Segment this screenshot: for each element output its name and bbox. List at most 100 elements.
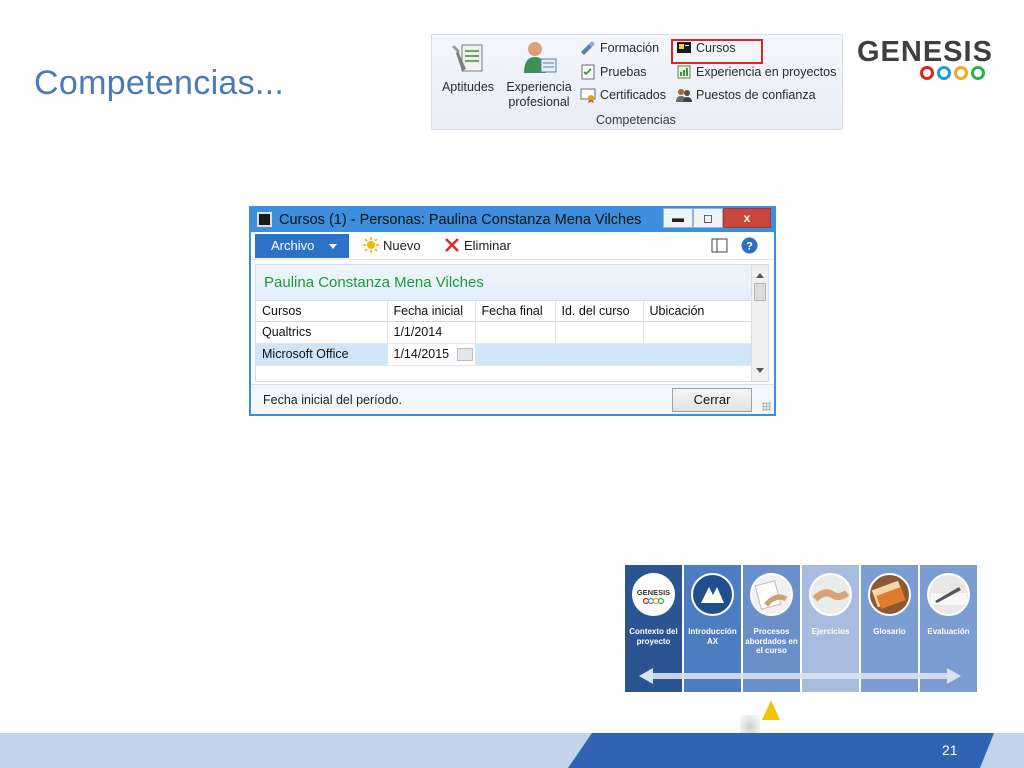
maximize-button[interactable]: ◻ [693,208,723,228]
puestos-confianza-label: Puestos de confianza [696,88,816,102]
scroll-down-icon[interactable] [756,368,764,373]
close-icon: x [743,211,751,225]
cell-ubicacion[interactable] [643,321,752,344]
handshake-icon [809,573,852,616]
experiencia-proyectos-label: Experiencia en proyectos [696,65,837,79]
minimize-button[interactable]: ▬ [663,208,693,228]
puestos-confianza-icon [676,87,692,103]
slide-title: Competencias... [34,64,285,102]
pruebas-label: Pruebas [600,65,647,79]
svg-text:?: ? [746,241,753,253]
cell-curso[interactable]: Microsoft Office [256,343,388,366]
chevron-down-icon [329,244,337,249]
dialog-title: Cursos (1) - Personas: Paulina Constanza… [279,212,642,228]
grid-header-row: Cursos Fecha inicial Fecha final Id. del… [256,301,752,322]
pruebas-icon [580,64,596,80]
svg-text:GENESIS: GENESIS [637,588,670,597]
eliminar-button[interactable]: Eliminar [444,237,511,253]
aptitudes-button[interactable]: Aptitudes [440,39,496,95]
experiencia-profesional-label-1: Experiencia [506,80,572,94]
person-name-header: Paulina Constanza Mena Vilches [256,265,768,301]
pen-icon [927,573,970,616]
table-row-selected[interactable]: Microsoft Office 1/14/2015 [256,342,752,366]
nav-tile-label: Ejercicios [811,627,850,636]
cell-fecha-inicial[interactable]: 1/14/2015 [394,347,450,361]
puestos-confianza-button[interactable]: Puestos de confianza [676,86,816,104]
handshake-paper-icon [750,573,793,616]
cell-fecha-final[interactable] [475,343,556,366]
logo-ring [937,66,951,80]
experiencia-profesional-label-2: profesional [508,95,570,109]
column-header-fecha-inicial[interactable]: Fecha inicial [387,301,476,322]
course-navigation: GENESIS Contexto del proyecto Introducci… [625,565,977,693]
archivo-label: Archivo [271,238,315,253]
new-sun-icon [363,237,379,253]
slide: Competencias... Aptitudes Experiencia pr… [0,0,1024,768]
nav-tile-label: Procesos abordados en el curso [745,627,798,655]
dynamics-ax-icon [691,573,734,616]
certificados-button[interactable]: Certificados [580,86,666,104]
dialog-toolbar: Archivo Nuevo Eliminar ? [251,232,774,260]
archivo-menu-button[interactable]: Archivo [255,234,349,258]
status-text: Fecha inicial del período. [263,393,402,407]
experiencia-proyectos-button[interactable]: Experiencia en proyectos [676,63,836,81]
dialog-titlebar[interactable]: Cursos (1) - Personas: Paulina Constanza… [251,208,774,232]
nav-tile-label: Evaluación [927,627,970,636]
scroll-up-icon[interactable] [756,273,764,278]
logo-rings [920,66,985,80]
column-header-id-curso[interactable]: Id. del curso [555,301,644,322]
cursos-dialog: Cursos (1) - Personas: Paulina Constanza… [249,206,776,416]
cell-curso[interactable]: Qualtrics [256,321,388,344]
experiencia-proyectos-icon [676,64,692,80]
help-icon[interactable]: ? [741,237,758,254]
experiencia-profesional-icon [521,39,557,75]
nav-tile-label: Glosario [873,627,906,636]
scroll-thumb[interactable] [754,283,766,301]
layout-panel-icon[interactable] [711,237,728,254]
formacion-button[interactable]: Formación [580,39,659,57]
aptitudes-icon [450,39,486,75]
status-bar: Fecha inicial del período. Cerrar [251,384,774,414]
certificados-icon [580,87,596,103]
cursos-grid: Cursos Fecha inicial Fecha final Id. del… [256,301,752,366]
eliminar-label: Eliminar [464,237,511,253]
formacion-icon [580,40,596,56]
cell-fecha-inicial[interactable]: 1/1/2014 [387,321,476,344]
close-button[interactable]: x [723,208,771,228]
column-header-fecha-final[interactable]: Fecha final [475,301,556,322]
experiencia-profesional-button[interactable]: Experiencia profesional [504,39,574,110]
cell-id-curso[interactable] [555,343,644,366]
logo-ring [971,66,985,80]
minimize-icon: ▬ [672,211,684,225]
cell-fecha-final[interactable] [475,321,556,344]
logo-ring [954,66,968,80]
nav-tile-label: Contexto del proyecto [629,627,678,646]
maximize-icon: ◻ [703,211,713,225]
certificados-label: Certificados [600,88,666,102]
cursos-highlight-box [671,39,763,64]
book-icon [868,573,911,616]
aptitudes-label: Aptitudes [441,80,495,94]
formacion-label: Formación [600,41,660,55]
calendar-icon[interactable] [456,347,473,361]
cell-ubicacion[interactable] [643,343,752,366]
nav-double-arrow-icon [639,668,961,684]
pruebas-button[interactable]: Pruebas [580,63,647,81]
date-edit-cell[interactable]: 1/14/2015 [386,342,476,366]
cell-id-curso[interactable] [555,321,644,344]
cerrar-button[interactable]: Cerrar [672,388,752,412]
genesis-logo: GENESIS [857,36,993,86]
column-header-cursos[interactable]: Cursos [256,301,388,322]
resize-grip-icon[interactable] [762,402,771,411]
nuevo-button[interactable]: Nuevo [363,237,421,253]
app-window-icon [257,212,272,227]
table-row[interactable]: Qualtrics 1/1/2014 [256,321,752,344]
column-header-ubicacion[interactable]: Ubicación [643,301,752,322]
logo-text: GENESIS [857,36,993,68]
page-number: 21 [942,742,958,758]
nuevo-label: Nuevo [383,237,421,253]
ribbon-group-label: Competencias [596,113,676,127]
competencias-ribbon: Aptitudes Experiencia profesional Formac… [431,34,843,130]
vertical-scrollbar[interactable] [751,265,768,381]
nav-tile-label: Introducción AX [688,627,737,646]
